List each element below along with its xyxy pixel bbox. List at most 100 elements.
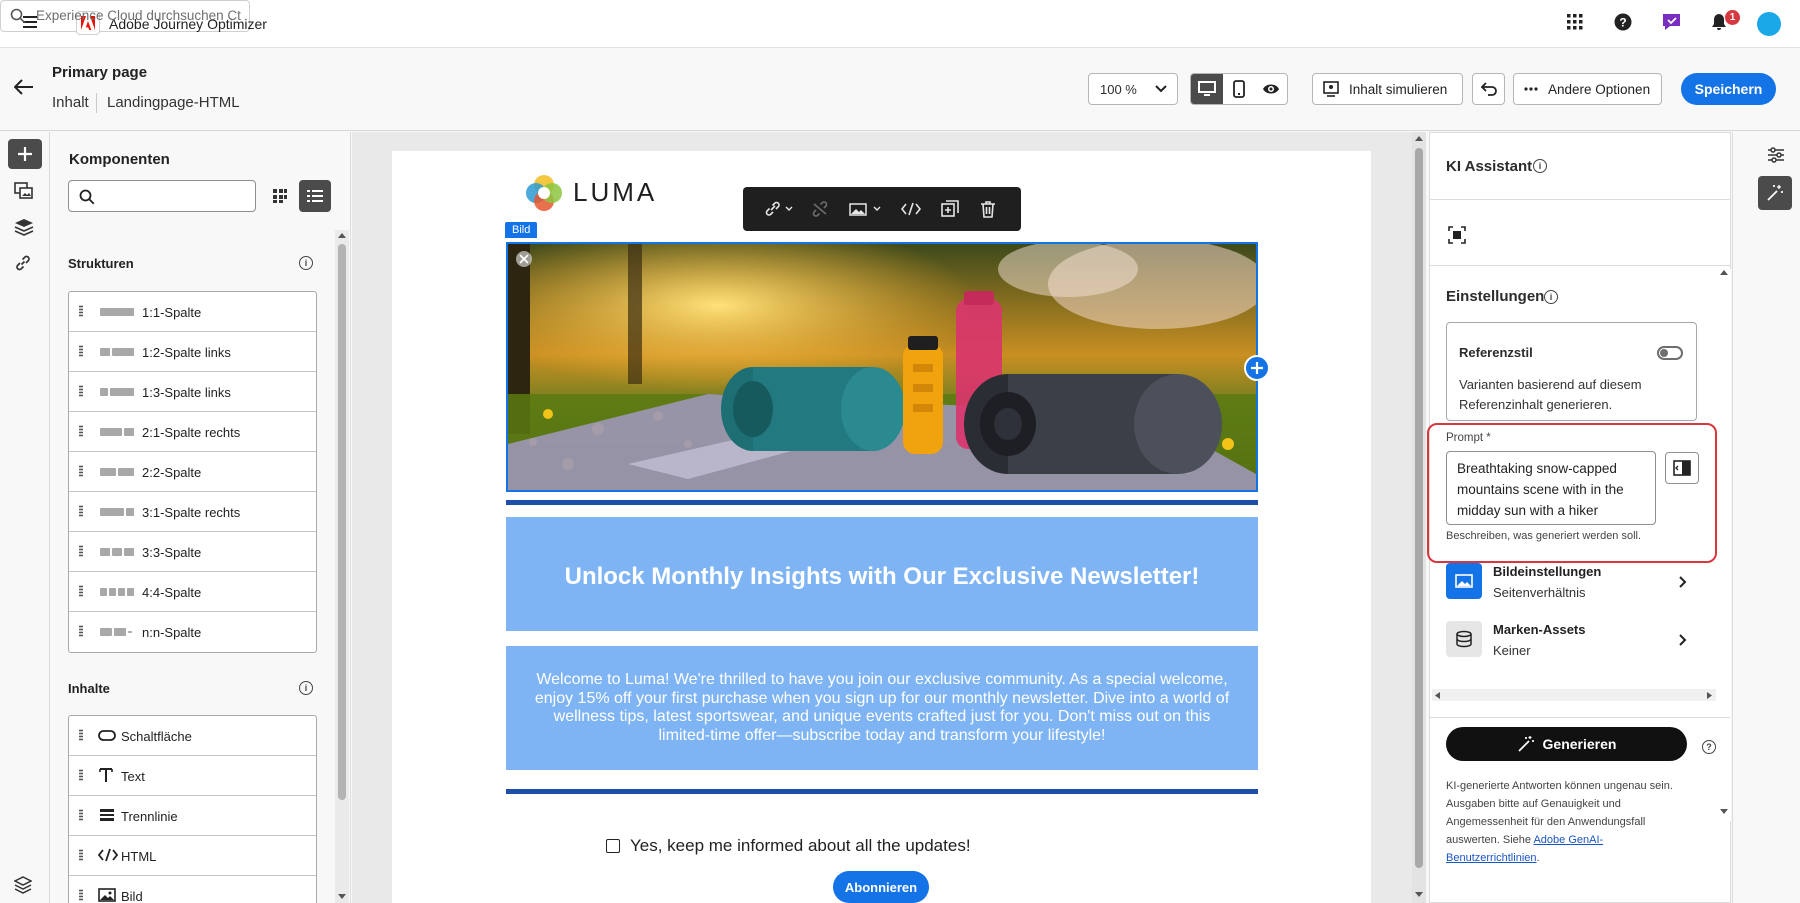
- settings-scrollbar[interactable]: [1717, 269, 1731, 821]
- welcome-body-text: Welcome to Luma! We're thrilled to have …: [534, 671, 1230, 744]
- scroll-down-icon[interactable]: [1415, 892, 1423, 898]
- zoom-select[interactable]: 100 %: [1088, 73, 1178, 105]
- components-panel: Komponenten Strukturen i 1:1-Spalte 1:2-…: [51, 132, 351, 903]
- mobile-view-icon[interactable]: [1223, 74, 1255, 104]
- horizontal-scrollbar[interactable]: [1432, 689, 1716, 701]
- magic-wand-icon: [1517, 736, 1534, 752]
- scroll-up-icon[interactable]: [1415, 135, 1423, 141]
- structure-item[interactable]: 3:3-Spalte: [69, 532, 316, 572]
- prompt-library-button[interactable]: [1665, 452, 1699, 484]
- structure-item[interactable]: 1:2-Spalte links: [69, 332, 316, 372]
- user-avatar[interactable]: [1757, 12, 1781, 36]
- content-label: Text: [121, 769, 145, 784]
- desktop-view-icon[interactable]: [1191, 74, 1223, 104]
- save-button[interactable]: Speichern: [1681, 73, 1776, 105]
- subscribe-button[interactable]: Abonnieren: [833, 871, 929, 903]
- assets-icon[interactable]: [14, 182, 34, 200]
- unlink-icon[interactable]: [799, 187, 841, 231]
- links-icon[interactable]: [14, 254, 32, 272]
- structure-label: 4:4-Spalte: [142, 585, 202, 600]
- scroll-left-icon[interactable]: [1435, 692, 1440, 699]
- divider-rule[interactable]: [506, 500, 1258, 505]
- column-layout-icon: [100, 588, 134, 596]
- structure-item[interactable]: 4:4-Spalte: [69, 572, 316, 612]
- reference-desc-line-2: Referenzinhalt generieren.: [1459, 397, 1613, 412]
- layers-stack-icon[interactable]: [14, 876, 32, 894]
- structure-item[interactable]: 3:1-Spalte rechts: [69, 492, 316, 532]
- image-toolbar: [743, 187, 1021, 231]
- help-icon[interactable]: ?: [1614, 13, 1632, 31]
- structure-item[interactable]: 1:1-Spalte: [69, 292, 316, 332]
- apps-grid-icon[interactable]: [1566, 13, 1584, 31]
- undo-button[interactable]: [1472, 73, 1505, 105]
- structure-item[interactable]: 2:1-Spalte rechts: [69, 412, 316, 452]
- image-dropdown-icon[interactable]: [841, 187, 891, 231]
- back-arrow-icon[interactable]: [14, 79, 34, 95]
- luma-logo[interactable]: LUMA: [523, 172, 654, 214]
- scrollbar-thumb[interactable]: [1415, 148, 1423, 868]
- layers-icon[interactable]: [14, 218, 34, 236]
- info-icon[interactable]: i: [1533, 159, 1547, 173]
- scrollbar-thumb[interactable]: [338, 244, 346, 800]
- simulate-content-button[interactable]: Inhalt simulieren: [1312, 73, 1463, 105]
- brand-assets-row[interactable]: Marken-Assets Keiner: [1446, 618, 1696, 660]
- scroll-right-icon[interactable]: [1707, 692, 1712, 699]
- delete-trash-icon[interactable]: [969, 187, 1007, 231]
- svg-text:?: ?: [1619, 16, 1626, 30]
- content-item[interactable]: HTML: [69, 836, 316, 876]
- content-item[interactable]: Trennlinie: [69, 796, 316, 836]
- generate-button[interactable]: Generieren: [1446, 727, 1687, 761]
- scroll-up-icon[interactable]: [1720, 269, 1728, 275]
- info-icon[interactable]: i: [299, 256, 313, 270]
- breadcrumb-content[interactable]: Inhalt: [52, 94, 89, 111]
- structure-item[interactable]: n:n-Spalte: [69, 612, 316, 652]
- content-label: HTML: [121, 849, 157, 864]
- canvas-scrollbar[interactable]: [1412, 132, 1426, 903]
- list-view-icon[interactable]: [299, 180, 331, 212]
- content-label: Bild: [121, 889, 143, 903]
- html-code-icon[interactable]: [891, 187, 931, 231]
- hero-image[interactable]: [506, 242, 1258, 492]
- add-block-plus-icon[interactable]: [1244, 355, 1270, 381]
- scroll-down-icon[interactable]: [1720, 809, 1728, 815]
- divider-rule[interactable]: [506, 789, 1258, 794]
- fit-to-screen-icon[interactable]: [1448, 226, 1466, 244]
- prompt-textarea[interactable]: Breathtaking snow-capped mountains scene…: [1446, 451, 1656, 525]
- image-settings-title: Bildeinstellungen: [1493, 564, 1602, 579]
- image-settings-row[interactable]: Bildeinstellungen Seitenverhältnis: [1446, 560, 1696, 602]
- feedback-icon[interactable]: [1662, 13, 1681, 31]
- info-icon[interactable]: i: [1544, 290, 1558, 304]
- info-icon[interactable]: i: [299, 681, 313, 695]
- structure-item[interactable]: 1:3-Spalte links: [69, 372, 316, 412]
- scroll-up-icon[interactable]: [338, 232, 346, 238]
- preview-eye-icon[interactable]: [1255, 74, 1287, 104]
- left-rail: [0, 132, 50, 903]
- grid-view-icon[interactable]: [264, 180, 296, 212]
- components-scrollbar[interactable]: [335, 230, 349, 903]
- column-layout-icon: [100, 308, 134, 316]
- content-item[interactable]: Schaltfläche: [69, 716, 316, 756]
- simulate-label: Inhalt simulieren: [1349, 81, 1448, 97]
- content-label: Trennlinie: [121, 809, 178, 824]
- updates-checkbox[interactable]: [606, 839, 620, 853]
- content-item[interactable]: Text: [69, 756, 316, 796]
- link-dropdown-icon[interactable]: [757, 187, 799, 231]
- scroll-down-icon[interactable]: [338, 894, 346, 900]
- breadcrumb-landingpage[interactable]: Landingpage-HTML: [107, 94, 240, 111]
- add-components-icon[interactable]: [8, 139, 42, 169]
- ai-assistant-icon[interactable]: [1758, 176, 1792, 210]
- content-item[interactable]: Bild: [69, 876, 316, 903]
- column-layout-icon: [100, 468, 134, 476]
- reference-style-toggle[interactable]: [1657, 346, 1683, 360]
- components-search-input[interactable]: [68, 180, 256, 212]
- more-options-button[interactable]: Andere Optionen: [1513, 73, 1662, 105]
- duplicate-icon[interactable]: [931, 187, 969, 231]
- body-text-banner[interactable]: Welcome to Luma! We're thrilled to have …: [506, 646, 1258, 770]
- settings-sliders-icon[interactable]: [1767, 146, 1785, 164]
- info-icon[interactable]: ?: [1702, 740, 1716, 754]
- structure-item[interactable]: 2:2-Spalte: [69, 452, 316, 492]
- headline-banner[interactable]: Unlock Monthly Insights with Our Exclusi…: [506, 517, 1258, 631]
- drag-handle-icon: [79, 769, 83, 781]
- right-rail: [1732, 132, 1800, 903]
- drag-handle-icon: [79, 545, 83, 557]
